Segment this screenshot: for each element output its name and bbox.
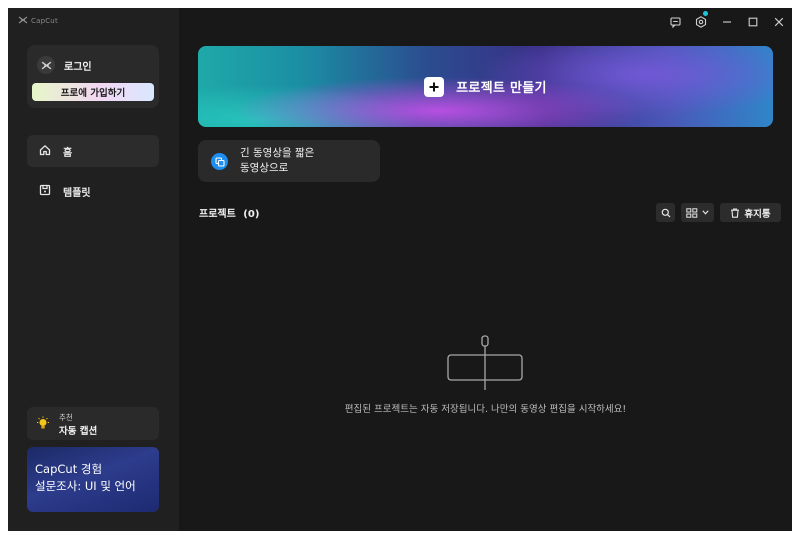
promo-tag: 추천: [59, 413, 73, 422]
main-area: 프로젝트 만들기 긴 동영상을 짧은 동영상으로 프로젝트 (0) 휴지통 편집…: [179, 8, 792, 531]
close-icon: [774, 17, 784, 27]
sidebar-item-label: 홈: [63, 147, 73, 159]
survey-line-2: 설문조사: UI 및 언어: [35, 479, 136, 493]
search-icon: [661, 208, 670, 217]
projects-heading: 프로젝트 (0): [199, 205, 259, 220]
trash-button[interactable]: 휴지통: [720, 203, 781, 222]
login-card: 로그인 프로에 가입하기: [27, 45, 159, 108]
app-window: CapCut 로그인 프로에 가입하기 홈 템플릿 추천 자동 캡션 CapCu…: [8, 8, 792, 531]
trash-label: 휴지통: [744, 208, 771, 220]
login-button[interactable]: 로그인: [37, 56, 92, 74]
notification-dot: [703, 11, 708, 16]
feedback-icon: [669, 16, 681, 28]
template-icon: [39, 184, 51, 199]
capcut-logo-icon: [18, 16, 28, 26]
sidebar: CapCut 로그인 프로에 가입하기 홈 템플릿 추천 자동 캡션 CapCu…: [8, 8, 179, 531]
search-button[interactable]: [656, 203, 675, 222]
pro-signup-button[interactable]: 프로에 가입하기: [32, 83, 154, 101]
settings-button[interactable]: [688, 8, 714, 36]
close-button[interactable]: [766, 8, 792, 36]
sidebar-item-templates[interactable]: 템플릿: [27, 175, 159, 207]
capcut-avatar-icon: [41, 61, 51, 69]
maximize-icon: [748, 17, 758, 27]
auto-caption-promo[interactable]: 추천 자동 캡션: [27, 407, 159, 440]
feedback-button[interactable]: [662, 8, 688, 36]
avatar: [37, 56, 55, 74]
sidebar-item-home[interactable]: 홈: [27, 135, 159, 167]
maximize-button[interactable]: [740, 8, 766, 36]
sidebar-item-label: 템플릿: [63, 187, 91, 199]
projects-count: (0): [243, 209, 260, 220]
home-icon: [39, 144, 51, 159]
promo-title: 자동 캡션: [59, 426, 98, 437]
app-title-text: CapCut: [31, 17, 58, 25]
app-title: CapCut: [18, 16, 58, 26]
minimize-icon: [723, 21, 731, 23]
trash-icon: [731, 207, 740, 218]
view-mode-dropdown[interactable]: [681, 203, 714, 222]
plus-icon: [424, 76, 445, 97]
empty-projects-icon: [446, 335, 526, 395]
grid-view-icon: [686, 207, 698, 218]
long-to-short-line-2: 동영상으로: [240, 162, 289, 174]
long-to-short-label: 긴 동영상을 짧은 동영상으로: [240, 146, 370, 176]
create-project-button[interactable]: 프로젝트 만들기: [198, 46, 773, 127]
title-bar-controls: [662, 8, 792, 36]
long-to-short-button[interactable]: 긴 동영상을 짧은 동영상으로: [198, 140, 380, 182]
projects-title: 프로젝트: [199, 209, 236, 220]
gear-icon: [695, 16, 707, 28]
login-label: 로그인: [64, 61, 92, 73]
lightbulb-icon: [36, 416, 50, 435]
survey-banner[interactable]: CapCut 경험 설문조사: UI 및 언어: [27, 447, 159, 512]
long-to-short-icon: [211, 153, 228, 170]
empty-projects-message: 편집된 프로젝트는 자동 저장됩니다. 나만의 동영상 편집을 시작하세요!: [344, 404, 627, 415]
minimize-button[interactable]: [714, 8, 740, 36]
survey-line-1: CapCut 경험: [35, 462, 103, 476]
chevron-down-icon: [702, 210, 709, 215]
long-to-short-line-1: 긴 동영상을 짧은: [240, 147, 315, 159]
create-project-label: 프로젝트 만들기: [456, 81, 547, 96]
